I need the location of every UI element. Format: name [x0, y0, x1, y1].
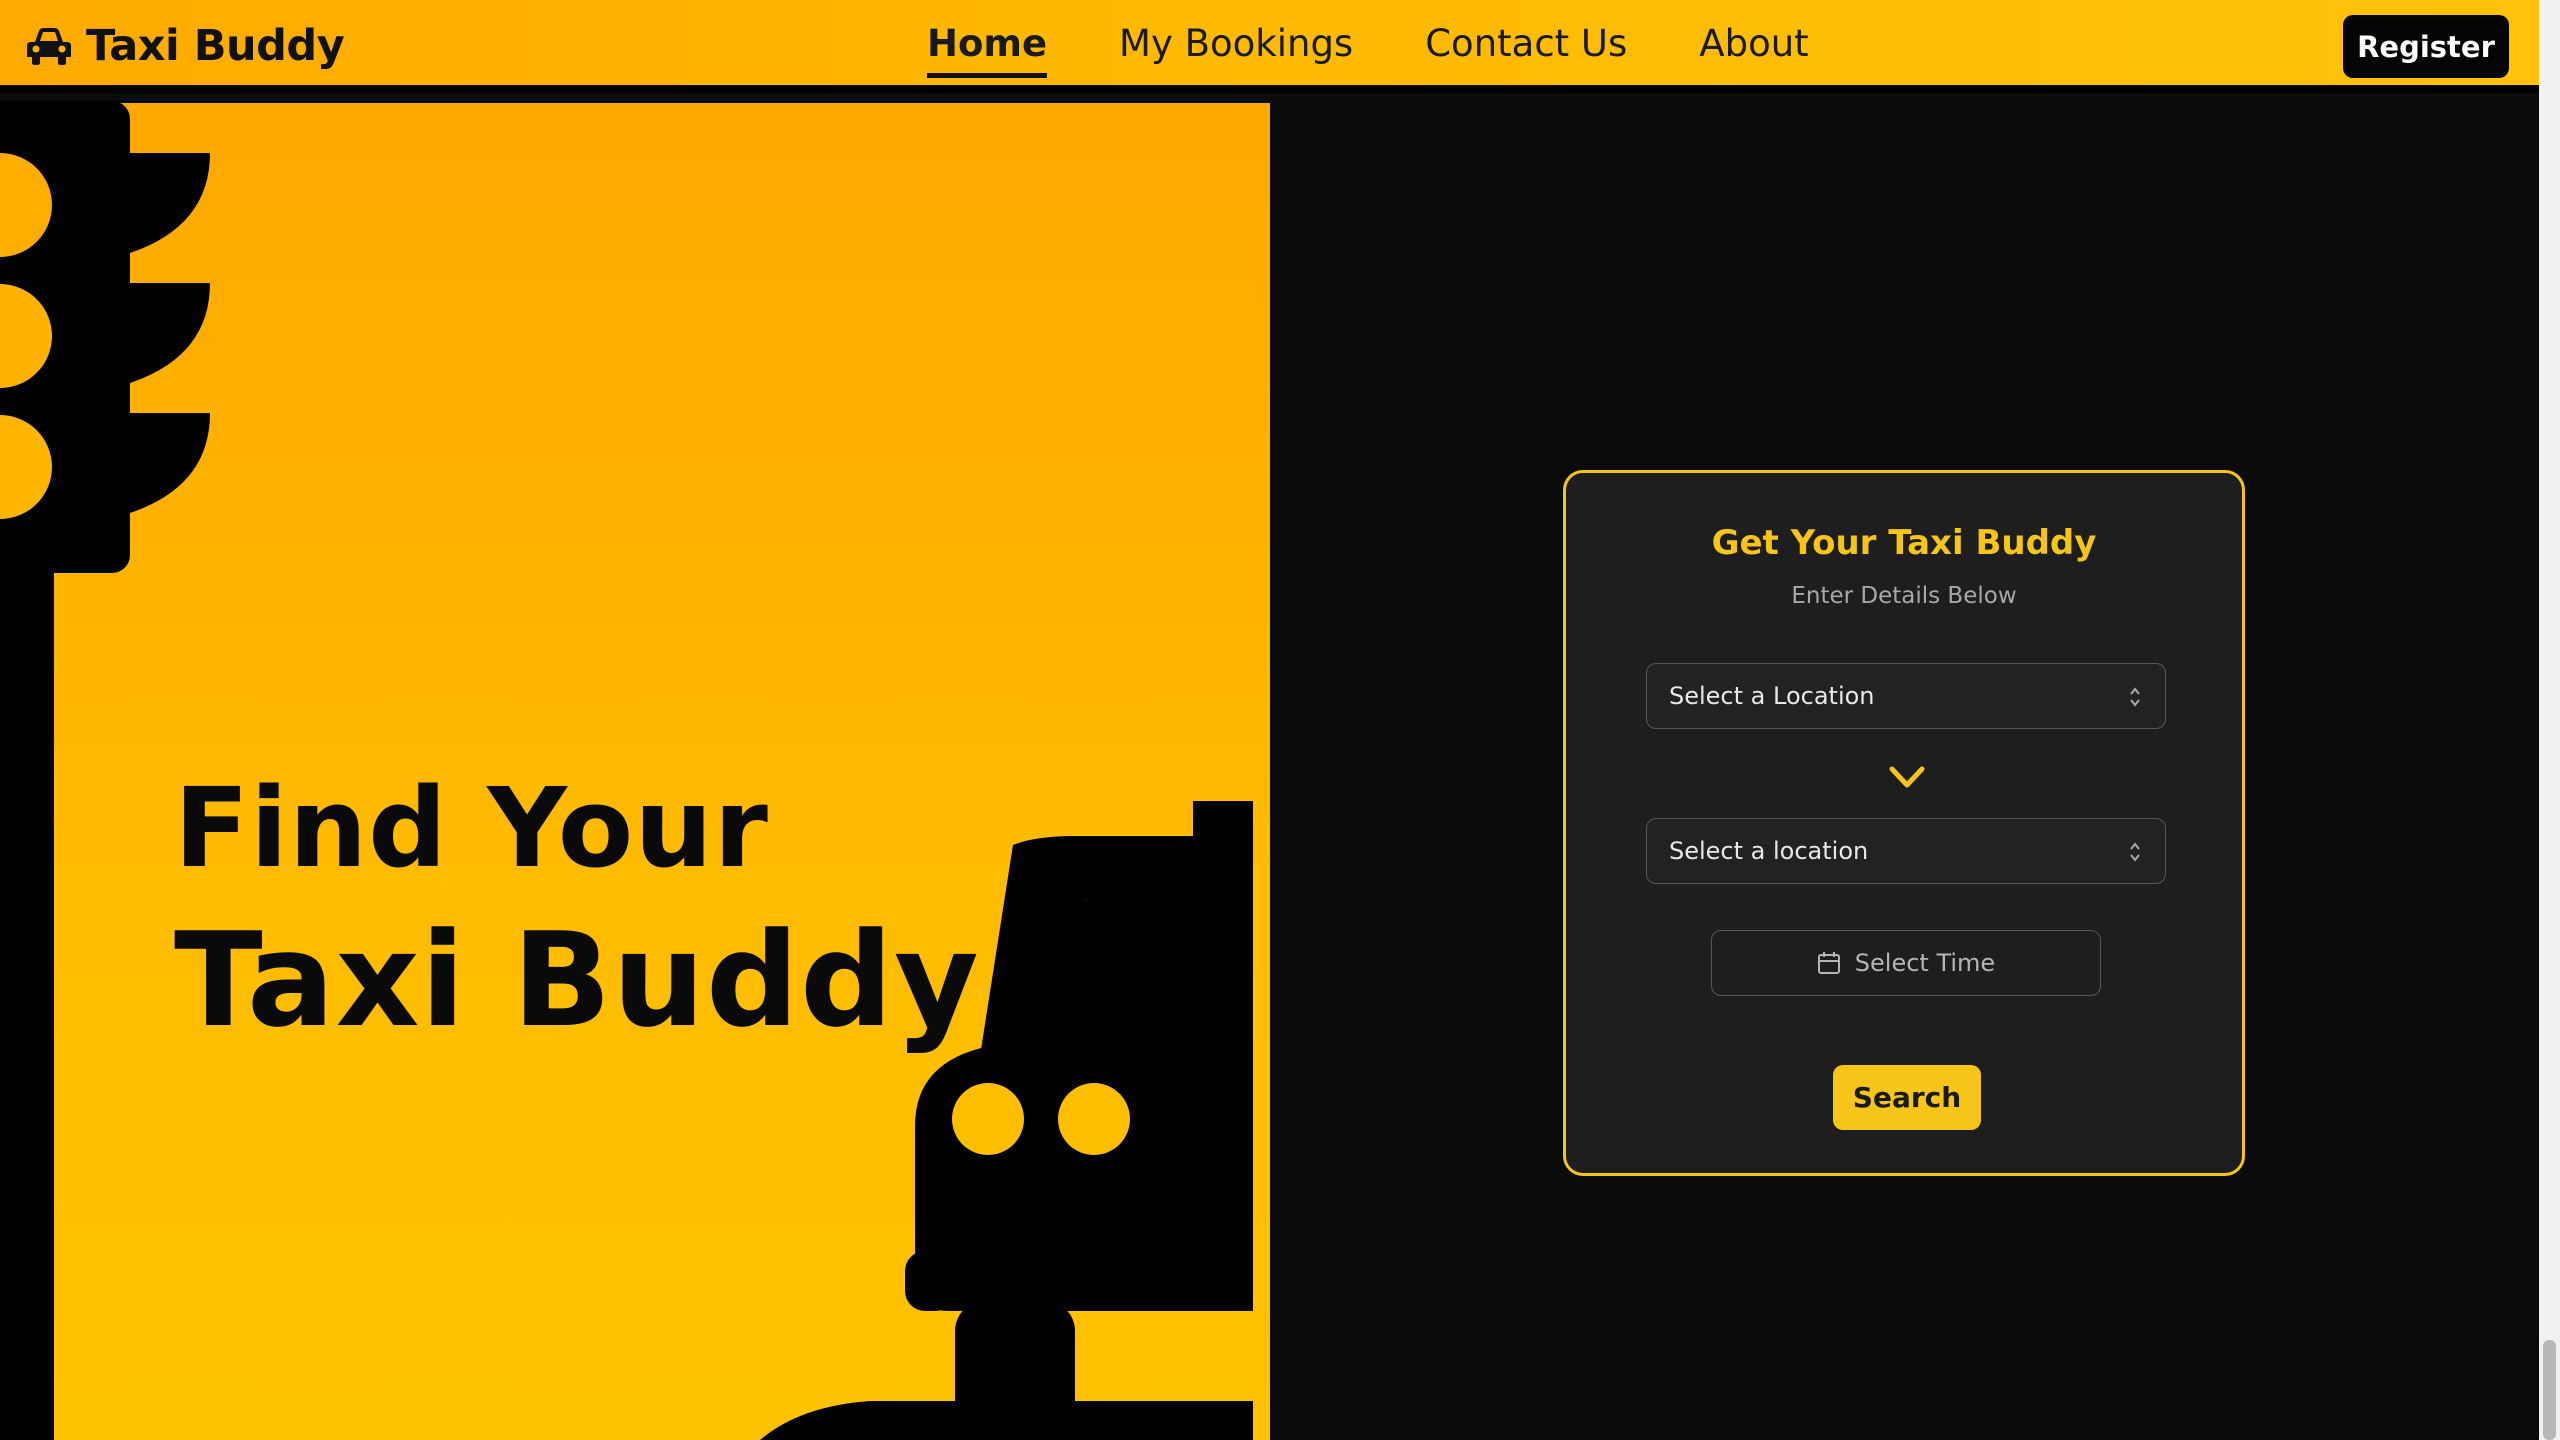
select-arrows-icon — [2130, 687, 2140, 707]
hero-title: Find Your Taxi Buddy — [174, 773, 980, 1045]
brand[interactable]: Taxi Buddy — [26, 18, 345, 74]
hero-section: Find Your Taxi Buddy — [0, 101, 1270, 1440]
top-navbar: Taxi Buddy Home My Bookings Contact Us A… — [0, 0, 2539, 93]
nav-home[interactable]: Home — [927, 22, 1048, 78]
booking-card: Get Your Taxi Buddy Enter Details Below … — [1563, 470, 2245, 1176]
traffic-light-icon — [0, 101, 210, 573]
page-scrollbar[interactable] — [2539, 0, 2560, 1440]
pickup-location-value: Select a Location — [1669, 682, 1875, 710]
nav-my-bookings[interactable]: My Bookings — [1119, 22, 1353, 78]
register-button[interactable]: Register — [2343, 15, 2509, 78]
card-subtitle: Enter Details Below — [1791, 583, 2017, 609]
brand-name: Taxi Buddy — [86, 21, 345, 71]
calendar-icon — [1817, 952, 1840, 974]
car-icon — [27, 28, 71, 65]
dropoff-location-value: Select a location — [1669, 837, 1869, 865]
search-button[interactable]: Search — [1833, 1065, 1981, 1130]
card-title: Get Your Taxi Buddy — [1711, 523, 2097, 563]
nav-about[interactable]: About — [1699, 22, 1808, 78]
scrollbar-thumb[interactable] — [2543, 1340, 2556, 1440]
pickup-location-select[interactable]: Select a Location — [1646, 663, 2166, 729]
nav-contact-us[interactable]: Contact Us — [1425, 22, 1627, 78]
hero-title-line1: Find Your — [174, 764, 769, 892]
hero-title-line2: Taxi Buddy — [174, 904, 980, 1056]
main-nav: Home My Bookings Contact Us About — [927, 22, 1809, 78]
select-time-button[interactable]: Select Time — [1711, 930, 2101, 996]
chevron-down-icon[interactable] — [1889, 765, 1925, 791]
select-time-label: Select Time — [1854, 949, 1996, 977]
dropoff-location-select[interactable]: Select a location — [1646, 818, 2166, 884]
select-arrows-icon — [2130, 842, 2140, 862]
